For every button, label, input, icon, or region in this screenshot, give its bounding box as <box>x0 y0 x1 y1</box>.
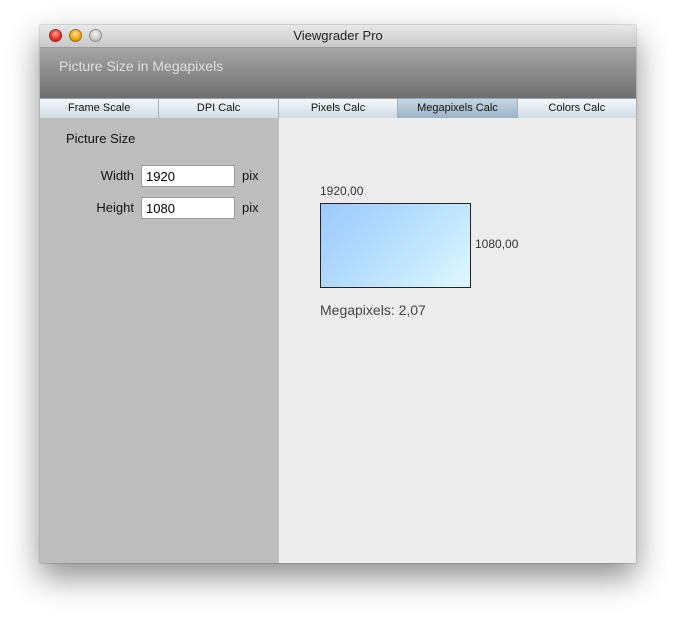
tab-dpi-calc[interactable]: DPI Calc <box>159 99 279 118</box>
megapixels-result: Megapixels: 2,07 <box>320 302 426 318</box>
preview-height-label: 1080,00 <box>475 237 519 251</box>
tab-pixels-calc[interactable]: Pixels Calc <box>279 99 399 118</box>
tab-bar: Frame Scale DPI Calc Pixels Calc Megapix… <box>40 98 636 119</box>
width-label: Width <box>100 168 134 183</box>
section-title: Picture Size <box>66 131 136 146</box>
input-panel: Picture Size Width pix Height pix <box>40 118 279 563</box>
width-unit: pix <box>242 168 259 183</box>
window-title: Viewgrader Pro <box>293 28 383 43</box>
tab-colors-calc[interactable]: Colors Calc <box>518 99 636 118</box>
header-band: Picture Size in Megapixels <box>40 48 636 98</box>
picture-size-preview <box>320 203 471 288</box>
page-title: Picture Size in Megapixels <box>59 58 224 74</box>
height-label: Height <box>96 200 134 215</box>
app-window: Viewgrader Pro Picture Size in Megapixel… <box>40 25 636 563</box>
width-input[interactable] <box>141 165 235 187</box>
preview-width-label: 1920,00 <box>320 184 364 198</box>
height-input[interactable] <box>141 197 235 219</box>
tab-frame-scale[interactable]: Frame Scale <box>40 99 160 118</box>
height-unit: pix <box>242 200 259 215</box>
tab-megapixels-calc[interactable]: Megapixels Calc <box>398 99 518 118</box>
preview-panel: 1920,00 1080,00 Megapixels: 2,07 <box>279 118 636 563</box>
title-bar[interactable]: Viewgrader Pro <box>40 25 636 48</box>
